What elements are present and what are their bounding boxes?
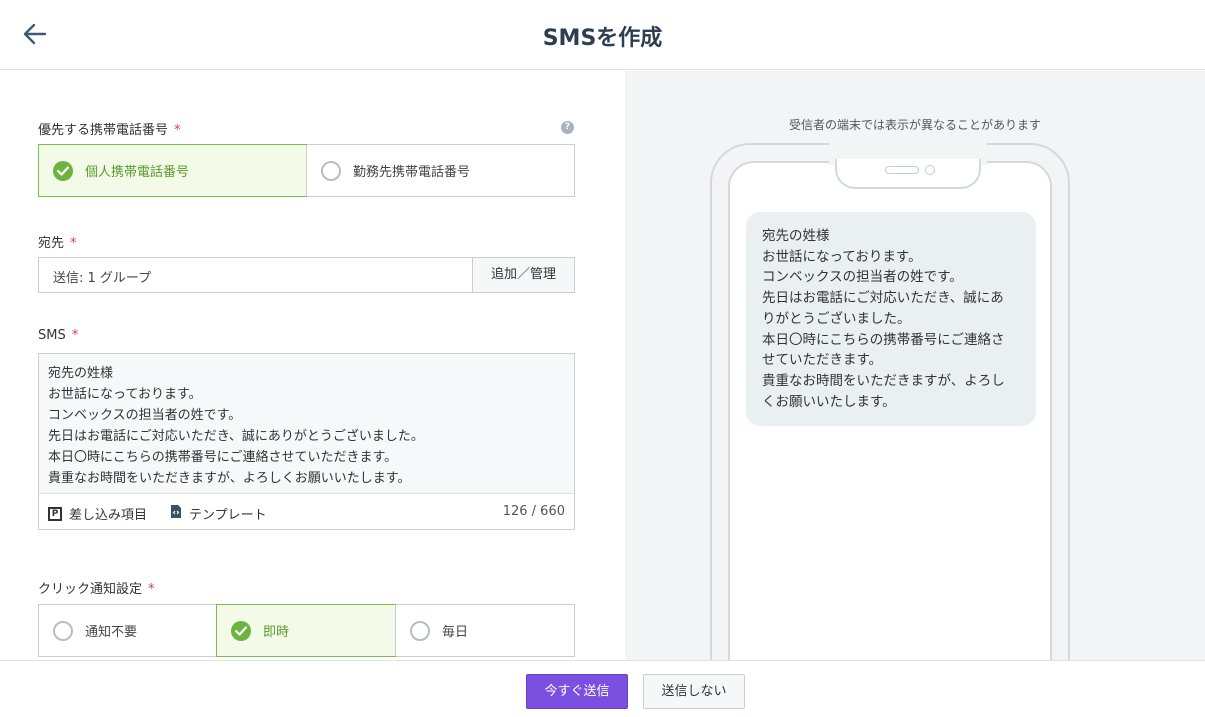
sms-line: コンベックスの担当者の姓です。 [48, 408, 242, 423]
header: SMSを作成 [0, 0, 1205, 70]
speaker-icon [885, 166, 919, 174]
action-bar: 今すぐ送信 送信しない [0, 660, 1205, 717]
click-notify-selector: 通知不要 即時 毎日 [38, 604, 575, 657]
sms-line: 先日はお電話にご対応いただき、誠にありがとうございました。 [48, 429, 424, 444]
camera-icon [925, 165, 935, 175]
option-label: 通知不要 [85, 625, 138, 640]
preview-line: 本日〇時にこちらの携帯番号にご連絡さ [762, 331, 1005, 348]
option-label: 即時 [263, 625, 290, 640]
click-notify-label-text: クリック通知設定 [38, 582, 143, 597]
option-label: 毎日 [442, 625, 469, 640]
radio-icon [53, 620, 73, 641]
required-mark: * [174, 123, 181, 138]
page-title: SMSを作成 [542, 26, 663, 51]
preview-line: お世話になっております。 [762, 248, 922, 265]
preview-line: せていただきます。 [762, 352, 883, 369]
sms-toolbar: P 差し込み項目 テンプレート 126 / 660 [39, 493, 574, 529]
phone-mockup: 宛先の姓様 お世話になっております。 コンベックスの担当者の姓です。 先日はお電… [710, 143, 1070, 660]
preview-line: 宛先の姓様 [762, 228, 830, 244]
sms-label-text: SMS [38, 328, 66, 343]
insert-field-button[interactable]: P 差し込み項目 [48, 504, 147, 523]
required-mark: * [71, 328, 79, 343]
preview-line: コンベックスの担当者の姓です。 [762, 269, 963, 286]
form-pane: 優先する携帯電話番号 * ? 個人携帯電話番号 勤務先携帯電話番号 宛先 * 送信:… [0, 71, 625, 660]
sms-line: 貴重なお時間をいただきますが、よろしくお願いいたします。 [48, 471, 411, 486]
option-work-mobile[interactable]: 勤務先携帯電話番号 [306, 145, 574, 196]
recipient-value: 送信: 1 グループ [53, 271, 152, 286]
sms-editor: 宛先の姓様 お世話になっております。 コンベックスの担当者の姓です。 先日はお電… [38, 353, 575, 530]
preview-line: 貴重なお時間をいただきますが、よろし [762, 372, 1005, 389]
sms-line: 宛先の姓様 [48, 366, 114, 381]
template-button[interactable]: テンプレート [170, 504, 267, 523]
radio-icon [410, 620, 430, 641]
message-bubble: 宛先の姓様 お世話になっております。 コンベックスの担当者の姓です。 先日はお電… [746, 212, 1036, 427]
insert-field-label: 差し込み項目 [69, 508, 148, 523]
option-label: 勤務先携帯電話番号 [353, 165, 471, 180]
priority-phone-label-text: 優先する携帯電話番号 [38, 123, 169, 138]
click-notify-label: クリック通知設定 * [38, 578, 155, 597]
radio-icon [321, 160, 341, 181]
parking-p-icon: P [48, 506, 62, 521]
sms-line: お世話になっております。 [48, 387, 202, 402]
recipient-field[interactable]: 送信: 1 グループ 追加／管理 [38, 257, 575, 293]
sms-label: SMS * [38, 328, 78, 343]
check-circle-icon [53, 160, 73, 181]
phone-screen: 宛先の姓様 お世話になっております。 コンベックスの担当者の姓です。 先日はお電… [728, 143, 1052, 660]
preview-line: りがとうございました。 [762, 310, 911, 327]
sms-line: 本日〇時にこちらの携帯番号にご連絡させていただきます。 [48, 450, 398, 465]
option-personal-mobile[interactable]: 個人携帯電話番号 [38, 144, 307, 197]
recipient-label-text: 宛先 [38, 236, 65, 251]
phone-notch [835, 159, 981, 189]
option-no-notify[interactable]: 通知不要 [39, 605, 217, 656]
template-file-icon [170, 504, 182, 523]
dont-send-button[interactable]: 送信しない [643, 674, 745, 709]
add-manage-button[interactable]: 追加／管理 [472, 258, 574, 292]
check-circle-icon [231, 620, 251, 641]
option-label: 個人携帯電話番号 [85, 165, 190, 180]
send-now-button[interactable]: 今すぐ送信 [526, 674, 628, 709]
preview-line: 先日はお電話にご対応いただき、誠にあ [762, 290, 1004, 307]
preview-pane: 受信者の端末では表示が異なることがあります 宛先の姓様 お世話になっております。… [625, 71, 1205, 660]
template-label: テンプレート [189, 508, 267, 523]
recipient-label: 宛先 * [38, 232, 77, 251]
option-immediate[interactable]: 即時 [216, 604, 396, 657]
priority-phone-selector: 個人携帯電話番号 勤務先携帯電話番号 [38, 144, 575, 197]
preview-line: くお願いいたします。 [762, 393, 896, 410]
preview-notice: 受信者の端末では表示が異なることがあります [788, 118, 1041, 132]
help-icon[interactable]: ? [561, 121, 574, 134]
priority-phone-label: 優先する携帯電話番号 * [38, 119, 181, 138]
required-mark: * [148, 582, 155, 597]
option-daily[interactable]: 毎日 [395, 605, 574, 656]
character-counter: 126 / 660 [502, 504, 565, 519]
required-mark: * [70, 236, 77, 251]
sms-textarea[interactable]: 宛先の姓様 お世話になっております。 コンベックスの担当者の姓です。 先日はお電… [48, 363, 563, 491]
